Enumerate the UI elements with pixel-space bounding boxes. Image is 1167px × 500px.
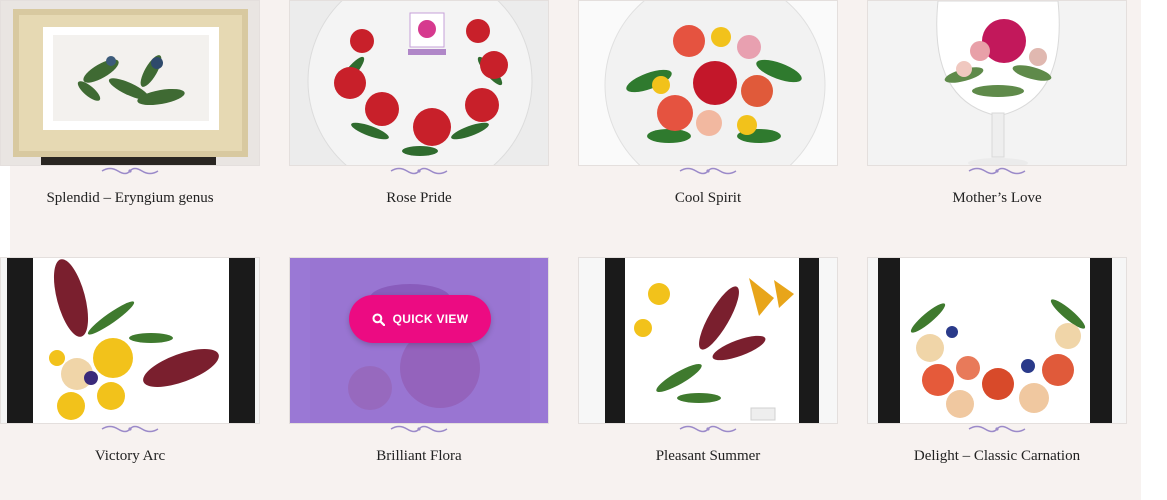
- ornament-divider: [968, 425, 1026, 433]
- product-title[interactable]: Splendid – Eryngium genus: [0, 190, 260, 207]
- quick-view-label: QUICK VIEW: [392, 312, 469, 326]
- product-grid: Splendid – Eryngium genus Rose Pride Coo…: [0, 0, 1167, 500]
- product-image[interactable]: [867, 257, 1127, 424]
- ornament-divider: [101, 167, 159, 175]
- ornament-divider: [679, 167, 737, 175]
- product-image[interactable]: QUICK VIEW: [289, 257, 549, 424]
- product-title[interactable]: Cool Spirit: [578, 190, 838, 207]
- product-card[interactable]: Rose Pride: [289, 0, 549, 207]
- product-title[interactable]: Delight – Classic Carnation: [867, 448, 1127, 465]
- product-card[interactable]: QUICK VIEW Brilliant Flora: [289, 257, 549, 465]
- product-title[interactable]: Mother’s Love: [867, 190, 1127, 207]
- product-card[interactable]: Mother’s Love: [867, 0, 1127, 207]
- ornament-divider: [679, 425, 737, 433]
- product-title[interactable]: Victory Arc: [0, 448, 260, 465]
- product-image[interactable]: [289, 0, 549, 166]
- product-image[interactable]: [0, 0, 260, 166]
- product-image[interactable]: [578, 257, 838, 424]
- product-image[interactable]: [578, 0, 838, 166]
- product-image[interactable]: [0, 257, 260, 424]
- search-icon: [372, 312, 385, 326]
- product-title[interactable]: Pleasant Summer: [578, 448, 838, 465]
- ornament-divider: [968, 167, 1026, 175]
- ornament-divider: [390, 425, 448, 433]
- product-card[interactable]: Pleasant Summer: [578, 257, 838, 465]
- quick-view-button[interactable]: QUICK VIEW: [349, 295, 491, 343]
- product-title[interactable]: Rose Pride: [289, 190, 549, 207]
- ornament-divider: [101, 425, 159, 433]
- product-card[interactable]: Victory Arc: [0, 257, 260, 465]
- product-title[interactable]: Brilliant Flora: [289, 448, 549, 465]
- product-card[interactable]: Cool Spirit: [578, 0, 838, 207]
- product-card[interactable]: Delight – Classic Carnation: [867, 257, 1127, 465]
- product-card[interactable]: Splendid – Eryngium genus: [0, 0, 260, 207]
- ornament-divider: [390, 167, 448, 175]
- product-image[interactable]: [867, 0, 1127, 166]
